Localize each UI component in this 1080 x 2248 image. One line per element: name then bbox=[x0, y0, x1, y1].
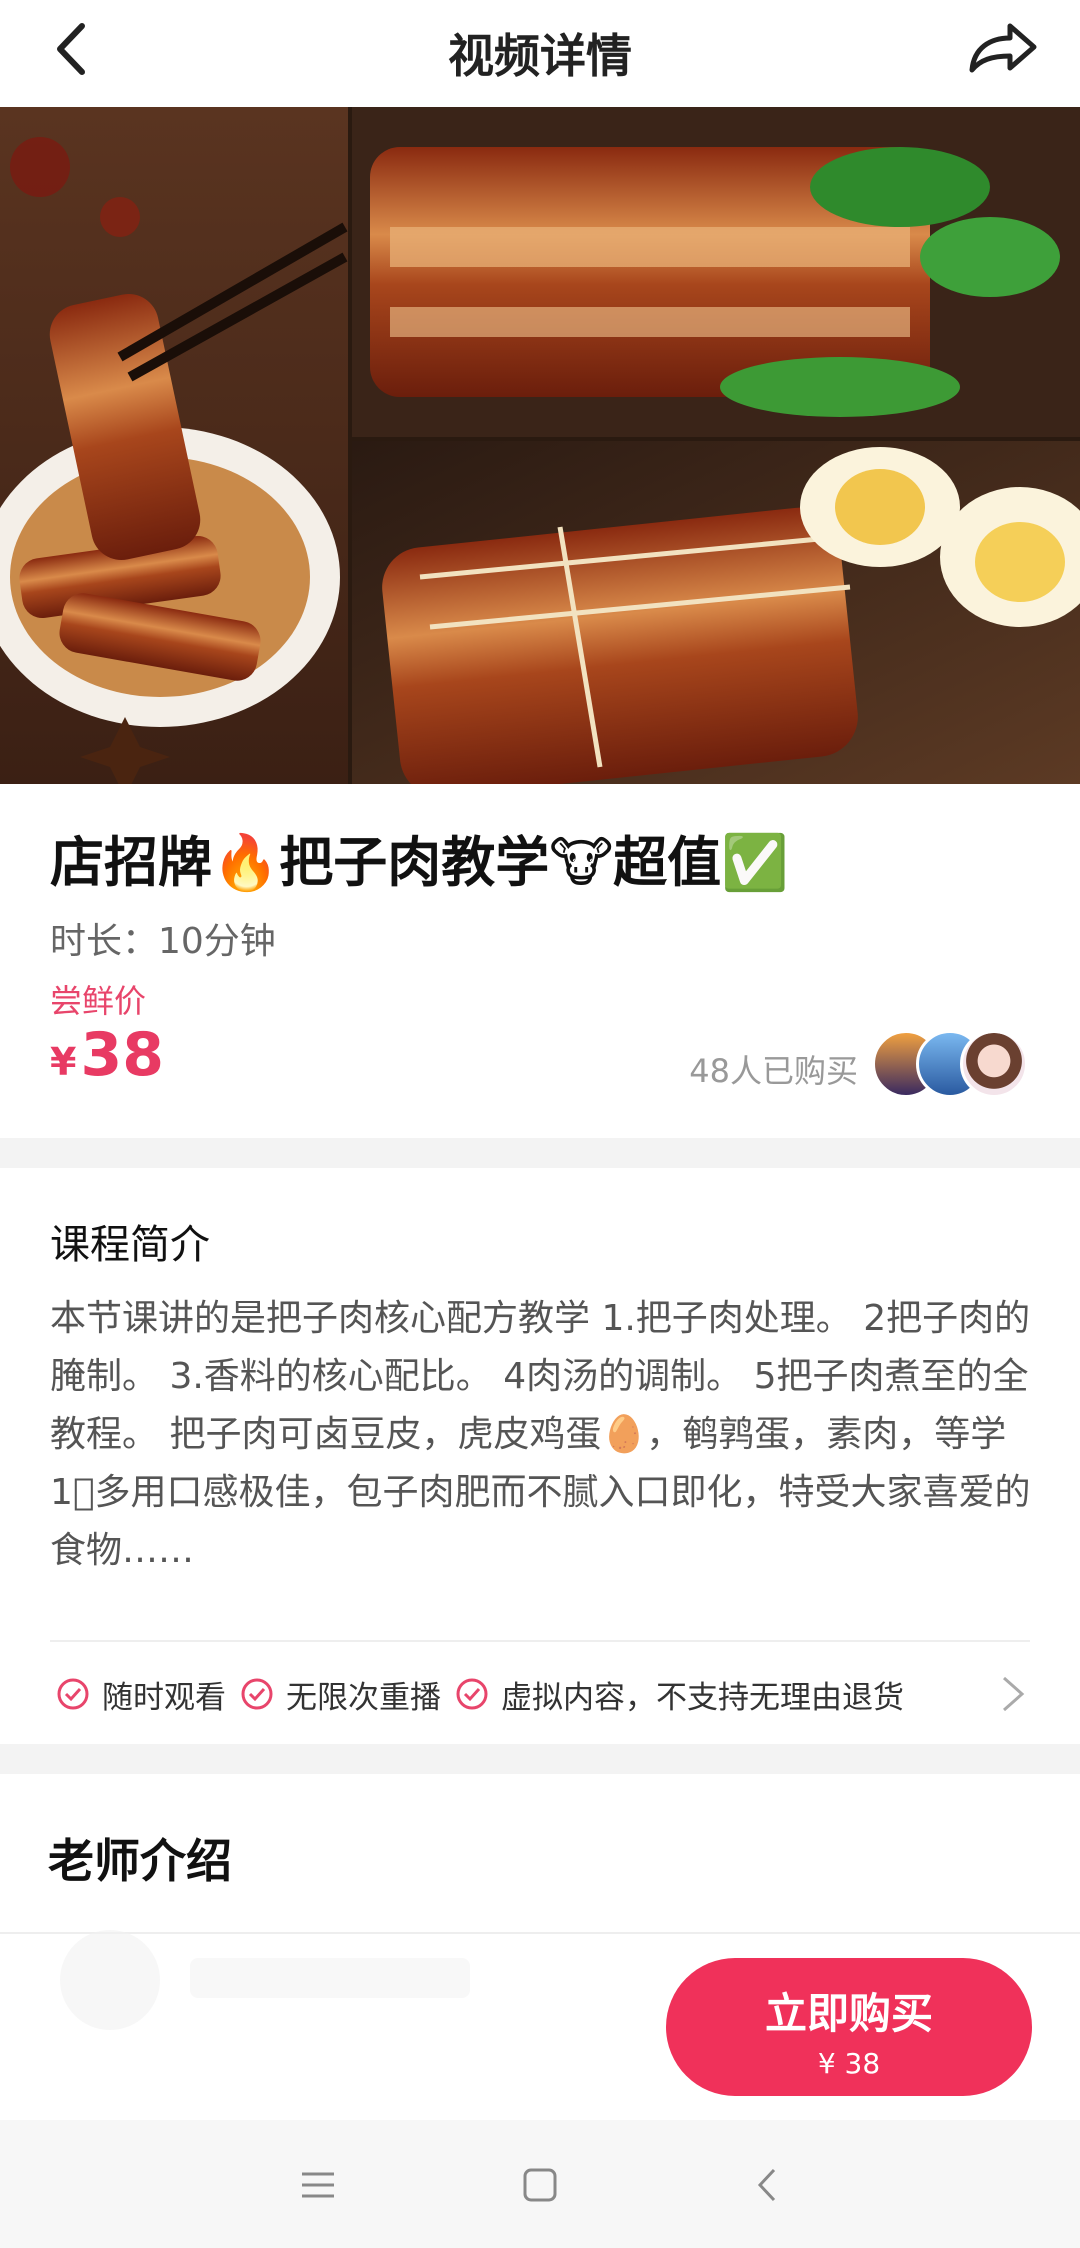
intro-text: 本节课讲的是把子肉核心配方教学 1.把子肉处理。 2把子肉的腌制。 3.香料的核… bbox=[50, 1298, 1031, 1571]
teacher-avatar bbox=[60, 1930, 160, 2030]
food-collage-image bbox=[0, 107, 1080, 784]
guarantee-item: 随时观看 bbox=[56, 1672, 226, 1717]
menu-icon[interactable] bbox=[290, 2160, 346, 2210]
check-circle-icon bbox=[241, 1678, 273, 1710]
teacher-heading: 老师介绍 bbox=[48, 1834, 232, 1888]
chevron-right-icon[interactable] bbox=[998, 1672, 1028, 1716]
buy-now-label: 立即购买 bbox=[764, 1989, 933, 2038]
check-circle-icon bbox=[57, 1678, 89, 1710]
price-label: 尝鲜价 bbox=[50, 982, 147, 1020]
check-circle-icon bbox=[456, 1678, 488, 1710]
course-duration: 时长：10分钟 bbox=[50, 921, 276, 962]
guarantee-item: 无限次重播 bbox=[240, 1672, 441, 1717]
currency-symbol: ¥ bbox=[50, 1040, 77, 1084]
course-title: 店招牌🔥把子肉教学🐮超值✅ bbox=[50, 831, 789, 894]
home-icon[interactable] bbox=[512, 2160, 568, 2210]
price: ¥38 bbox=[50, 1020, 164, 1090]
back-nav-icon[interactable] bbox=[740, 2160, 796, 2210]
guarantee-label: 虚拟内容，不支持无理由退货 bbox=[501, 1679, 904, 1716]
page-title: 视频详情 bbox=[448, 29, 632, 83]
teacher-name-placeholder bbox=[190, 1958, 470, 1998]
guarantee-label: 随时观看 bbox=[102, 1679, 226, 1716]
guarantee-label: 无限次重播 bbox=[286, 1679, 441, 1716]
buy-now-price: ¥ 38 bbox=[817, 2047, 881, 2080]
share-button[interactable] bbox=[964, 14, 1044, 84]
guarantee-row[interactable]: 随时观看 无限次重播 虚拟内容，不支持无理由退货 bbox=[56, 1668, 918, 1720]
buyer-avatars[interactable] bbox=[872, 1030, 1032, 1100]
share-arrow-icon bbox=[969, 23, 1037, 73]
intro-heading: 课程简介 bbox=[50, 1222, 210, 1268]
avatar bbox=[960, 1030, 1028, 1098]
price-amount: 38 bbox=[80, 1020, 164, 1090]
system-nav-bar bbox=[0, 2120, 1080, 2248]
divider bbox=[50, 1640, 1030, 1642]
buy-now-button[interactable]: 立即购买 ¥ 38 bbox=[666, 1958, 1032, 2096]
buyers-count: 48人已购买 bbox=[689, 1052, 858, 1090]
top-bar: 视频详情 bbox=[0, 0, 1080, 107]
section-divider bbox=[0, 1744, 1080, 1774]
guarantee-item: 虚拟内容，不支持无理由退货 bbox=[455, 1672, 904, 1717]
section-divider bbox=[0, 1138, 1080, 1168]
course-cover-image bbox=[0, 107, 1080, 784]
